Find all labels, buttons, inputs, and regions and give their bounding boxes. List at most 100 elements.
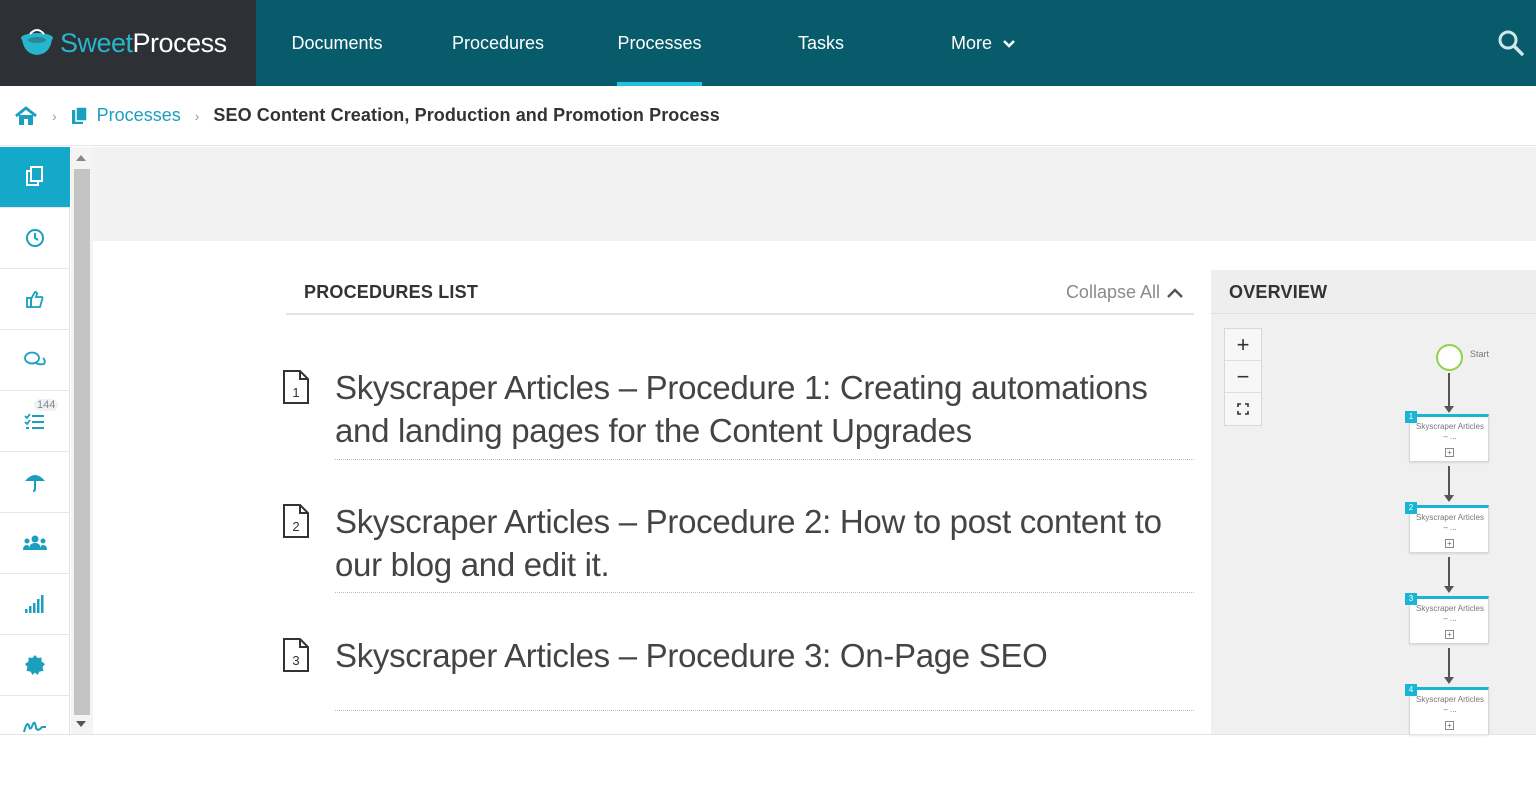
top-nav-bar: SweetProcess Documents Procedures Proces… (0, 0, 1536, 86)
procedure-number: 3 (292, 653, 299, 668)
flow-arrow (1444, 466, 1454, 502)
rail-item-policies[interactable] (0, 452, 70, 513)
brand-name-part2: Process (132, 27, 228, 58)
procedure-title: Skyscraper Articles – Procedure 3: On-Pa… (335, 637, 1048, 674)
zoom-controls: + − (1224, 328, 1262, 426)
flow-arrow (1444, 648, 1454, 684)
flow-start-node[interactable] (1436, 344, 1463, 371)
comments-icon (24, 351, 46, 366)
documents-icon (71, 105, 88, 124)
nav-documents[interactable]: Documents (272, 0, 402, 86)
thumbs-up-icon (26, 291, 44, 308)
search-icon[interactable] (1496, 28, 1526, 58)
expand-icon (1237, 403, 1249, 415)
document-number-icon: 1 (283, 370, 309, 404)
nav-more-label: More (950, 33, 992, 53)
clock-icon (26, 229, 44, 247)
app-root: SweetProcess Documents Procedures Proces… (0, 0, 1536, 804)
brand-name-part1: Sweet (60, 27, 133, 58)
expand-node-icon[interactable]: + (1445, 539, 1454, 548)
procedure-title: Skyscraper Articles – Procedure 1: Creat… (335, 369, 1148, 449)
badge-icon (25, 655, 45, 675)
breadcrumb-separator-icon: › (194, 107, 200, 124)
brand-logo[interactable]: SweetProcess (0, 0, 256, 86)
flow-node-text: Skyscraper Articles – ... (1415, 422, 1485, 441)
breadcrumb-separator-icon: › (52, 107, 57, 124)
nav-procedures[interactable]: Procedures (432, 0, 564, 86)
procedure-item-1[interactable]: 1 Skyscraper Articles – Procedure 1: Cre… (282, 366, 1194, 456)
expand-node-icon[interactable]: + (1445, 630, 1454, 639)
document-number-icon: 3 (283, 638, 309, 672)
breadcrumb: › Processes › SEO Content Creation, Prod… (0, 86, 1536, 146)
flow-node-1[interactable]: 1 Skyscraper Articles – ... + (1405, 411, 1489, 462)
viewport-bottom-edge (0, 734, 1536, 735)
flow-node-text: Skyscraper Articles – ... (1415, 513, 1485, 532)
scroll-down-arrow-icon[interactable] (76, 721, 86, 727)
left-icon-rail: 144 (0, 147, 70, 735)
nav-processes-label: Processes (617, 33, 702, 53)
flow-node-2[interactable]: 2 Skyscraper Articles – ... + (1405, 502, 1489, 553)
rail-item-signoff[interactable] (0, 696, 70, 757)
collapse-all-button[interactable]: Collapse All (1066, 282, 1184, 303)
procedures-list-title: PROCEDURES LIST (304, 282, 479, 302)
nav-procedures-label: Procedures (451, 33, 545, 53)
expand-node-icon[interactable]: + (1445, 448, 1454, 457)
flow-node-text: Skyscraper Articles – ... (1415, 695, 1485, 714)
rail-item-team[interactable] (0, 513, 70, 574)
flow-arrow (1444, 557, 1454, 593)
logo-cup-icon (21, 29, 53, 55)
nav-more[interactable]: More (930, 0, 1036, 86)
signature-icon (23, 721, 46, 732)
signal-bars-icon (25, 595, 44, 613)
procedure-number: 2 (292, 519, 299, 534)
rail-item-approvals[interactable] (0, 269, 70, 330)
procedure-divider (335, 710, 1194, 711)
overview-header: OVERVIEW (1211, 270, 1536, 314)
content-header-band (93, 147, 1536, 241)
nav-tasks-label: Tasks (797, 33, 844, 53)
zoom-out-button[interactable]: − (1225, 361, 1261, 393)
nav-processes[interactable]: Processes (617, 0, 702, 86)
flow-arrow (1444, 373, 1454, 413)
flow-node-3[interactable]: 3 Skyscraper Articles – ... + (1405, 593, 1489, 644)
procedure-title: Skyscraper Articles – Procedure 2: How t… (335, 503, 1162, 583)
scroll-thumb[interactable] (74, 169, 90, 715)
overview-panel: OVERVIEW + − (1211, 270, 1536, 735)
rail-item-reports[interactable] (0, 574, 70, 635)
breadcrumb-processes-link[interactable]: Processes (71, 105, 181, 126)
rail-item-tasks[interactable]: 144 (0, 391, 70, 452)
flow-start-label: Start (1470, 349, 1490, 359)
scroll-up-arrow-icon[interactable] (76, 155, 86, 161)
tasks-list-icon (24, 413, 44, 429)
rail-scrollbar[interactable] (71, 147, 93, 735)
rail-item-history[interactable] (0, 208, 70, 269)
home-icon[interactable] (14, 106, 38, 126)
flow-node-text: Skyscraper Articles – ... (1415, 604, 1485, 623)
procedure-divider (335, 592, 1194, 593)
rail-item-comments[interactable] (0, 330, 70, 391)
procedure-divider (335, 459, 1194, 460)
tasks-count-badge: 144 (34, 399, 59, 411)
flow-node-4[interactable]: 4 Skyscraper Articles – ... + (1405, 684, 1489, 735)
chevron-up-icon (1167, 287, 1183, 298)
procedure-item-3[interactable]: 3 Skyscraper Articles – Procedure 3: On-… (282, 634, 1194, 684)
breadcrumb-processes-label: Processes (96, 105, 181, 125)
brand-name: SweetProcess (60, 28, 227, 59)
nav-documents-label: Documents (291, 33, 383, 53)
document-number-icon: 2 (283, 504, 309, 538)
nav-tasks[interactable]: Tasks (780, 0, 862, 86)
expand-node-icon[interactable]: + (1445, 721, 1454, 730)
zoom-in-button[interactable]: + (1225, 329, 1261, 361)
rail-item-certificates[interactable] (0, 635, 70, 696)
procedure-item-2[interactable]: 2 Skyscraper Articles – Procedure 2: How… (282, 500, 1194, 590)
umbrella-icon (25, 475, 45, 492)
documents-icon (26, 166, 43, 186)
procedures-list-header: PROCEDURES LIST Collapse All (286, 270, 1194, 315)
overview-title: OVERVIEW (1229, 282, 1328, 302)
chevron-down-icon (1003, 40, 1015, 48)
collapse-all-label: Collapse All (1065, 282, 1160, 302)
breadcrumb-current: SEO Content Creation, Production and Pro… (213, 105, 720, 125)
team-icon (23, 535, 47, 550)
fit-view-button[interactable] (1225, 393, 1261, 425)
rail-item-documents[interactable] (0, 147, 70, 208)
